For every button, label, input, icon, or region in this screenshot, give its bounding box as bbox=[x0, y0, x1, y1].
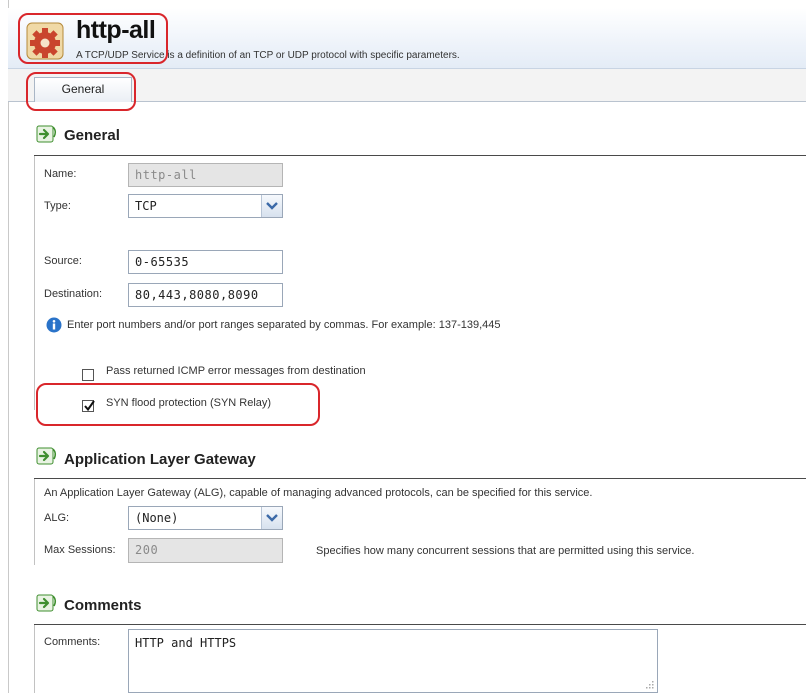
source-label: Source: bbox=[44, 255, 82, 267]
section-arrow-icon bbox=[36, 447, 58, 467]
resize-grip-icon[interactable] bbox=[645, 680, 654, 689]
icmp-checkbox[interactable] bbox=[82, 369, 94, 381]
section-rule bbox=[34, 624, 806, 625]
destination-label: Destination: bbox=[44, 288, 103, 300]
max-sessions-help: Specifies how many concurrent sessions t… bbox=[316, 545, 695, 557]
section-arrow-icon bbox=[36, 125, 58, 145]
port-info-text: Enter port numbers and/or port ranges se… bbox=[67, 319, 501, 331]
alg-select-value: (None) bbox=[135, 511, 179, 525]
page-frame bbox=[8, 0, 806, 693]
info-icon bbox=[46, 317, 62, 333]
section-border bbox=[34, 625, 35, 693]
comments-text: HTTP and HTTPS bbox=[135, 636, 237, 650]
source-port-field[interactable]: 0-65535 bbox=[128, 250, 283, 274]
section-rule bbox=[34, 478, 806, 479]
type-label: Type: bbox=[44, 200, 71, 212]
type-select-value: TCP bbox=[135, 199, 157, 213]
name-label: Name: bbox=[44, 168, 77, 180]
chevron-down-icon[interactable] bbox=[261, 507, 282, 529]
section-title-general: General bbox=[64, 127, 120, 144]
service-gear-icon bbox=[24, 20, 66, 62]
syn-flood-label: SYN flood protection (SYN Relay) bbox=[106, 397, 272, 409]
section-arrow-icon bbox=[36, 594, 58, 614]
section-rule bbox=[34, 155, 806, 156]
name-field[interactable]: http-all bbox=[128, 163, 283, 187]
destination-port-field[interactable]: 80,443,8080,8090 bbox=[128, 283, 283, 307]
page-title: http-all bbox=[76, 16, 156, 44]
max-sessions-label: Max Sessions: bbox=[44, 544, 116, 556]
section-title-comments: Comments bbox=[64, 597, 142, 614]
syn-flood-checkbox[interactable] bbox=[82, 400, 95, 412]
chevron-down-icon[interactable] bbox=[261, 195, 282, 217]
section-border bbox=[34, 156, 35, 410]
type-select[interactable]: TCP bbox=[128, 194, 283, 218]
alg-description: An Application Layer Gateway (ALG), capa… bbox=[44, 487, 593, 499]
max-sessions-field[interactable]: 200 bbox=[128, 538, 283, 563]
checkmark-icon bbox=[84, 400, 95, 412]
alg-label: ALG: bbox=[44, 512, 70, 524]
section-border bbox=[34, 479, 35, 565]
tab-general[interactable]: General bbox=[34, 77, 132, 102]
comments-textarea[interactable]: HTTP and HTTPS bbox=[128, 629, 658, 693]
icmp-label: Pass returned ICMP error messages from d… bbox=[106, 365, 366, 377]
section-title-alg: Application Layer Gateway bbox=[64, 451, 256, 468]
page-description: A TCP/UDP Service is a definition of an … bbox=[76, 50, 460, 61]
alg-select[interactable]: (None) bbox=[128, 506, 283, 530]
comments-label: Comments: bbox=[44, 636, 101, 648]
